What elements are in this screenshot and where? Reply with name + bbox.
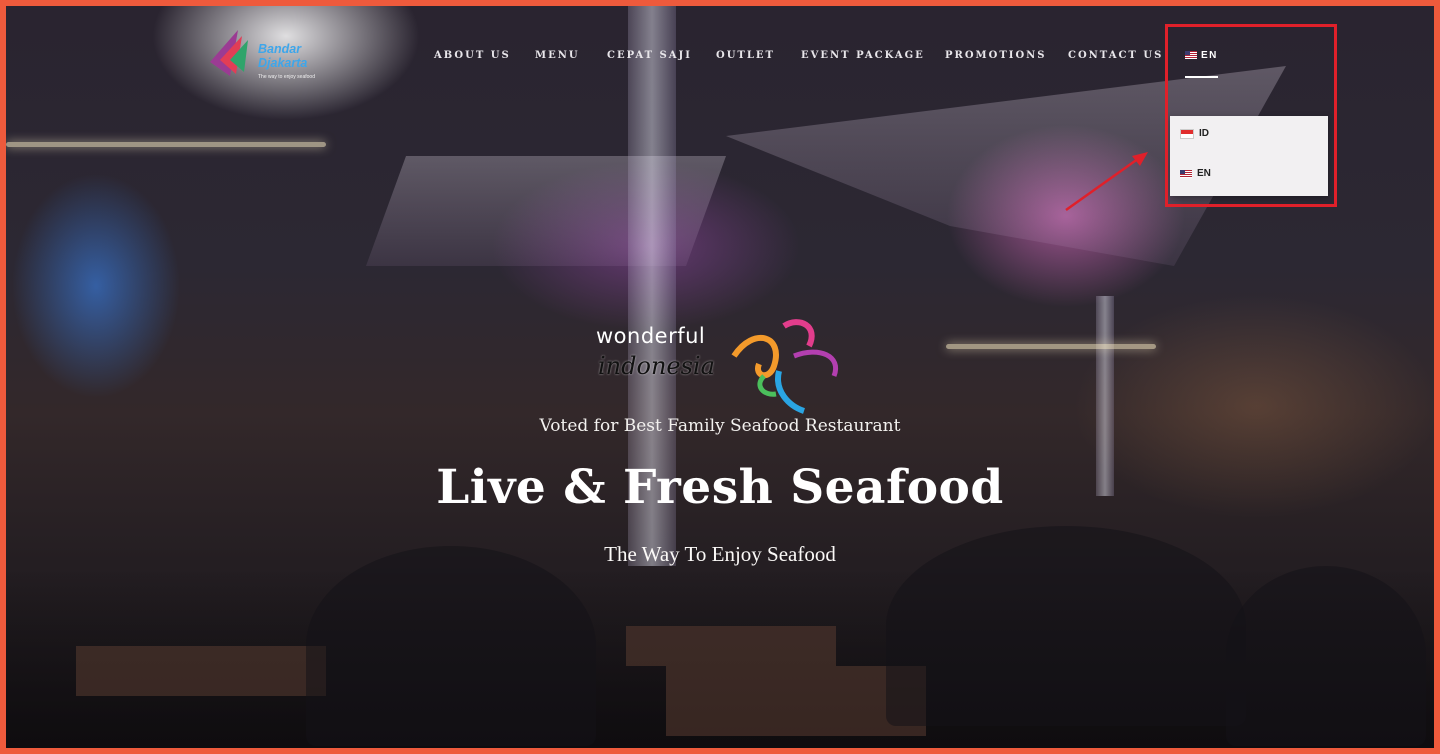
brand-tagline: The way to enjoy seafood [258, 74, 315, 80]
hero-title: Live & Fresh Seafood [436, 460, 1004, 515]
nav-promotions[interactable]: PROMOTIONS [945, 50, 1047, 61]
wonderful-indonesia-swirl-icon [731, 319, 839, 414]
brand-name: Bandar Djakarta [258, 42, 308, 70]
diners [306, 546, 596, 746]
hero-subtitle: Voted for Best Family Seafood Restaurant [539, 416, 901, 436]
brand-logo[interactable]: Bandar Djakarta The way to enjoy seafood [204, 24, 334, 90]
annotation-arrow-icon [1065, 152, 1148, 212]
hero-tagline: The Way To Enjoy Seafood [604, 542, 836, 566]
badge-word-indonesia: indonesia [598, 352, 715, 380]
wonderful-indonesia-logo: wonderful indonesia [596, 316, 846, 416]
light-strip [946, 344, 1156, 349]
nav-about-us[interactable]: ABOUT US [434, 50, 511, 61]
bandar-djakarta-logo-icon [210, 30, 248, 76]
annotation-highlight-box [1165, 24, 1337, 207]
nav-contact-us[interactable]: CONTACT US [1068, 50, 1163, 61]
nav-event-package[interactable]: EVENT PACKAGE [801, 50, 925, 61]
diners [1226, 566, 1426, 746]
nav-menu[interactable]: MENU [535, 50, 580, 61]
badge-word-wonderful: wonderful [596, 324, 706, 348]
nav-cepat-saji[interactable]: CEPAT SAJI [607, 50, 692, 61]
dining-table [76, 646, 326, 696]
light-strip [6, 142, 326, 147]
dining-table [626, 626, 836, 666]
nav-outlet[interactable]: OUTLET [716, 50, 775, 61]
